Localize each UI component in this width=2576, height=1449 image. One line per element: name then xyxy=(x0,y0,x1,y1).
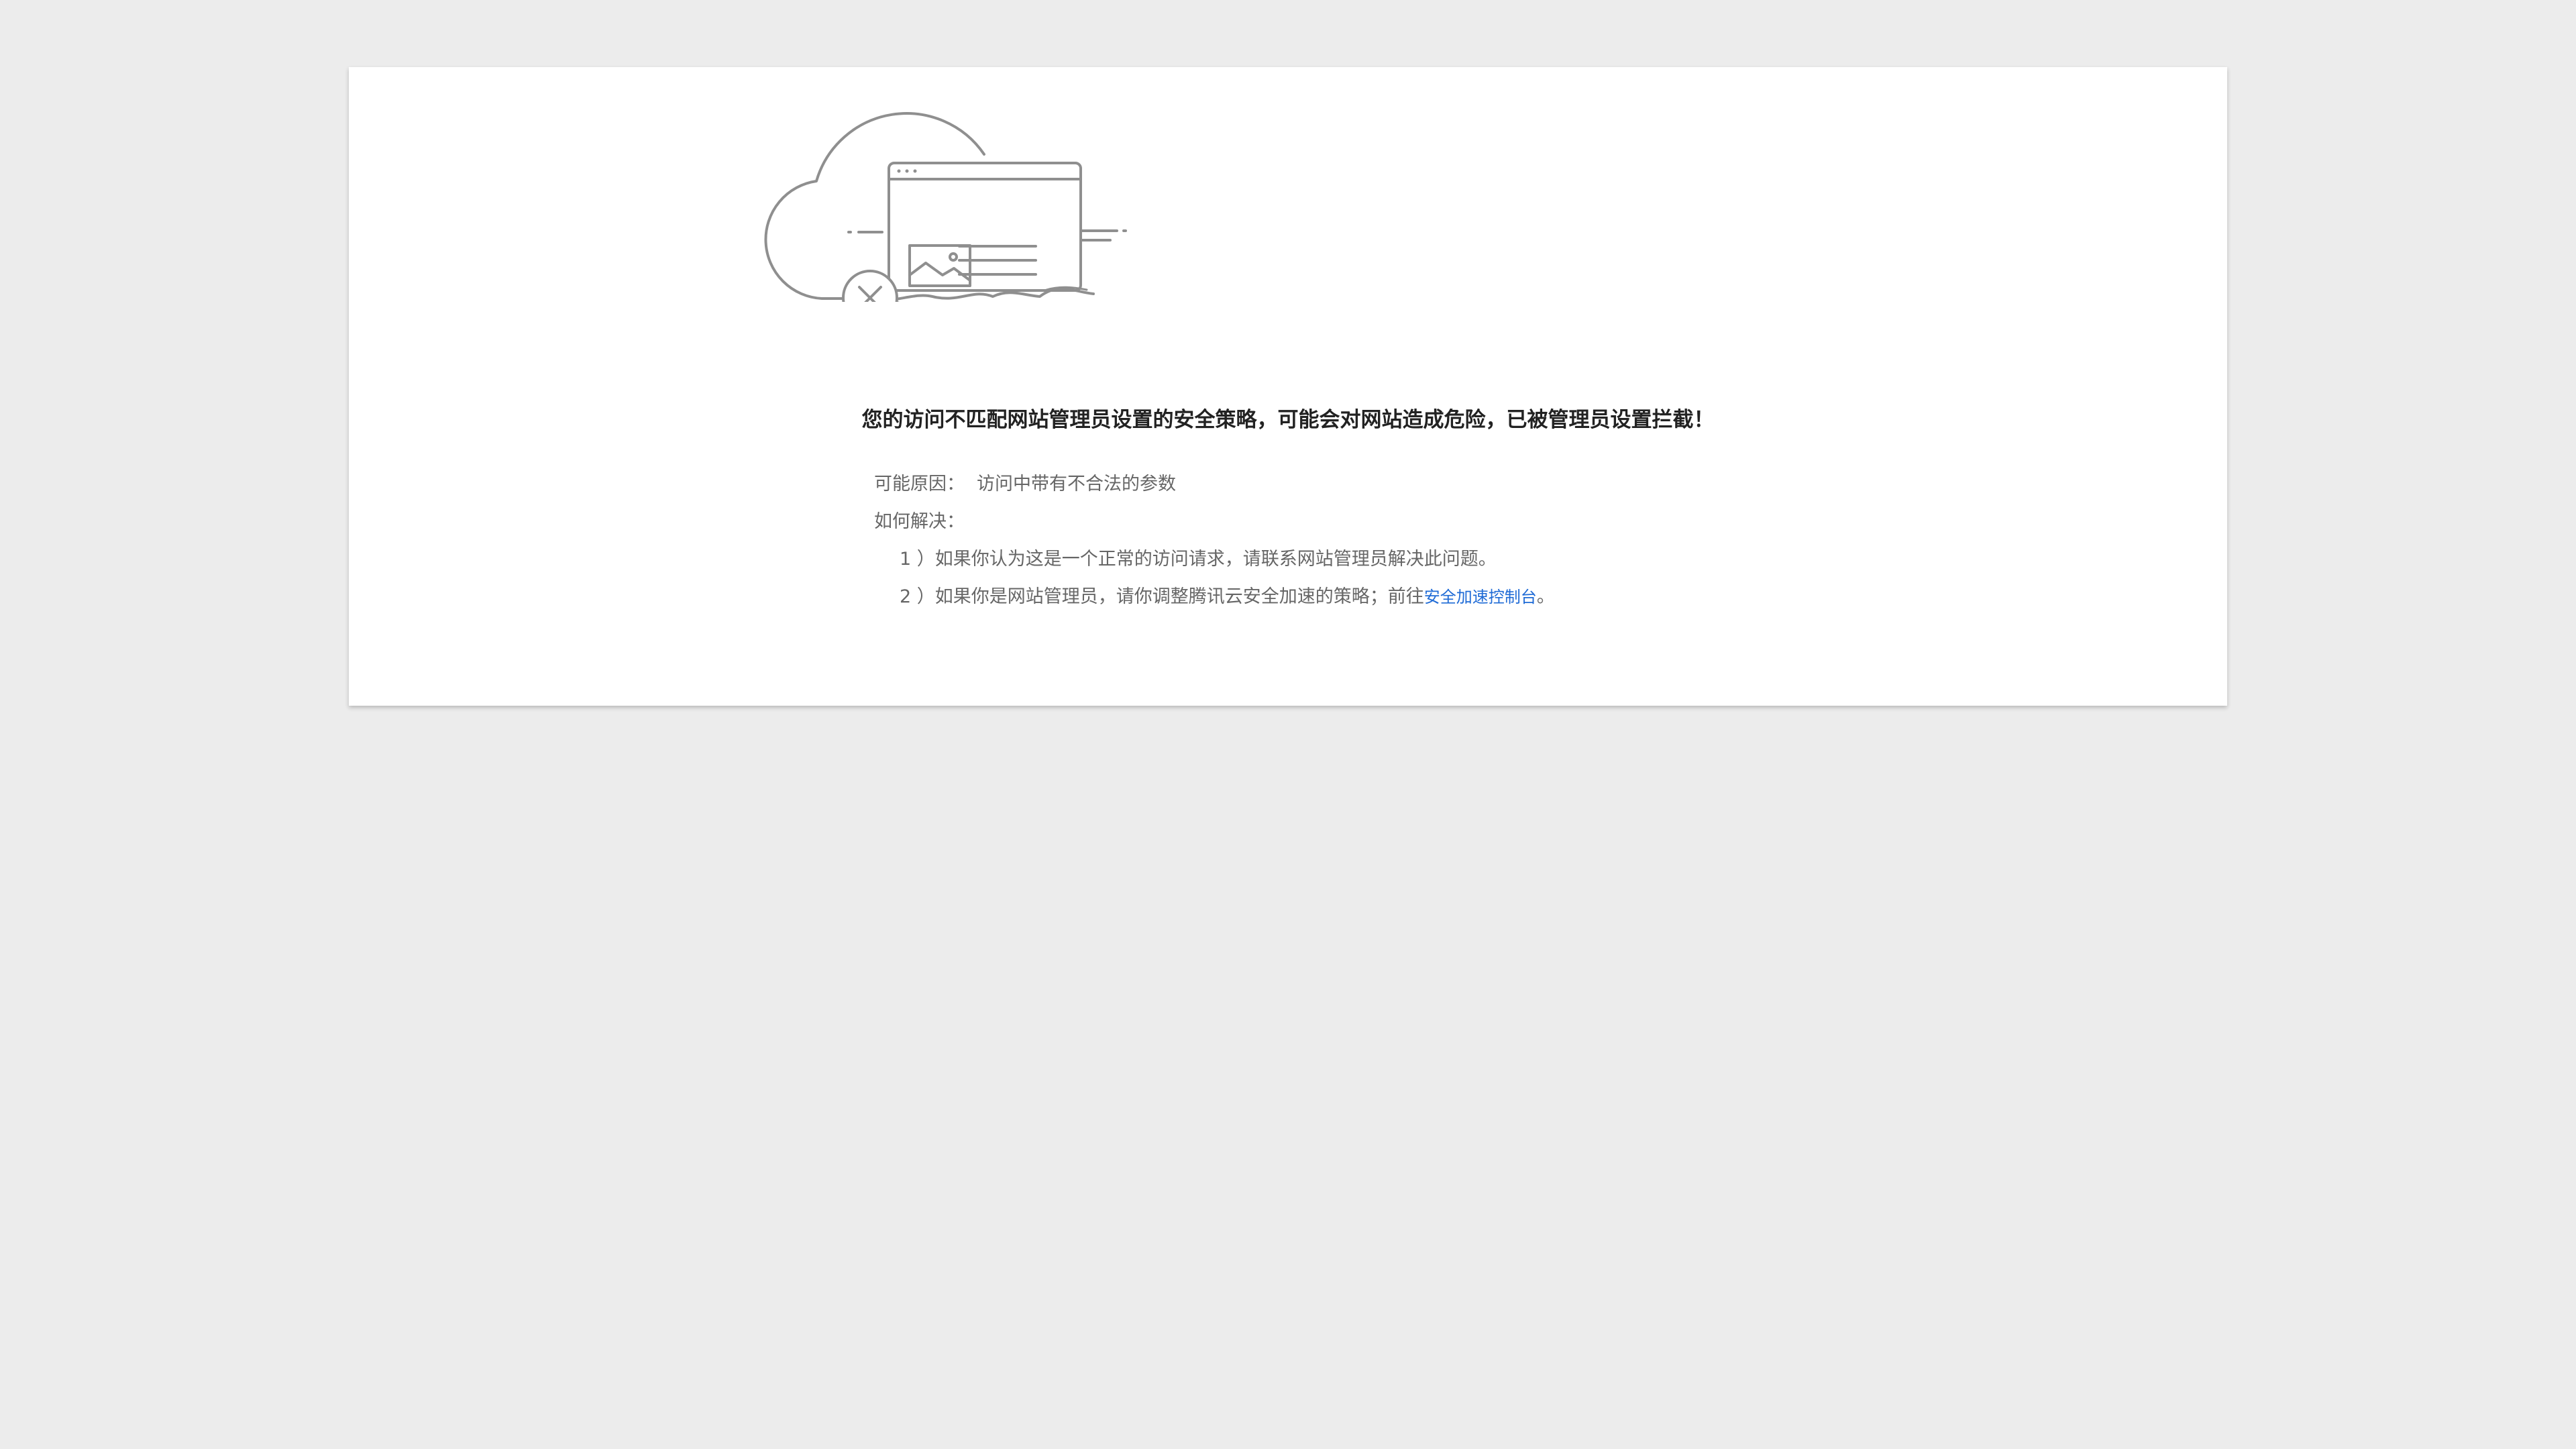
reason-label: 可能原因： xyxy=(874,474,965,494)
cloud-icon xyxy=(764,112,1095,302)
solution-step-1: 1 ）如果你认为这是一个正常的访问请求，请联系网站管理员解决此问题。 xyxy=(874,541,1555,578)
step-2-suffix: 。 xyxy=(1536,586,1555,607)
step-1-text: 如果你认为这是一个正常的访问请求，请联系网站管理员解决此问题。 xyxy=(934,549,1497,570)
blocked-illustration xyxy=(764,112,1127,302)
image-placeholder-icon xyxy=(908,244,971,287)
solution-label: 如何解决： xyxy=(874,511,965,532)
reason-row: 可能原因： 访问中带有不合法的参数 xyxy=(874,466,1555,503)
block-message-headline: 您的访问不匹配网站管理员设置的安全策略，可能会对网站造成危险，已被管理员设置拦截… xyxy=(861,408,1715,432)
block-details: 可能原因： 访问中带有不合法的参数 如何解决： 1 ）如果你认为这是一个正常的访问… xyxy=(874,466,1555,616)
step-2-text: 如果你是网站管理员，请你调整腾讯云安全加速的策略；前往 xyxy=(934,586,1424,607)
browser-window-icon xyxy=(847,162,1127,292)
step-2-number: 2 ） xyxy=(900,586,935,607)
reason-value: 访问中带有不合法的参数 xyxy=(977,474,1176,494)
security-console-link[interactable]: 安全加速控制台 xyxy=(1424,588,1537,606)
step-1-number: 1 ） xyxy=(900,549,935,570)
solution-step-2: 2 ）如果你是网站管理员，请你调整腾讯云安全加速的策略；前往安全加速控制台。 xyxy=(874,578,1555,616)
